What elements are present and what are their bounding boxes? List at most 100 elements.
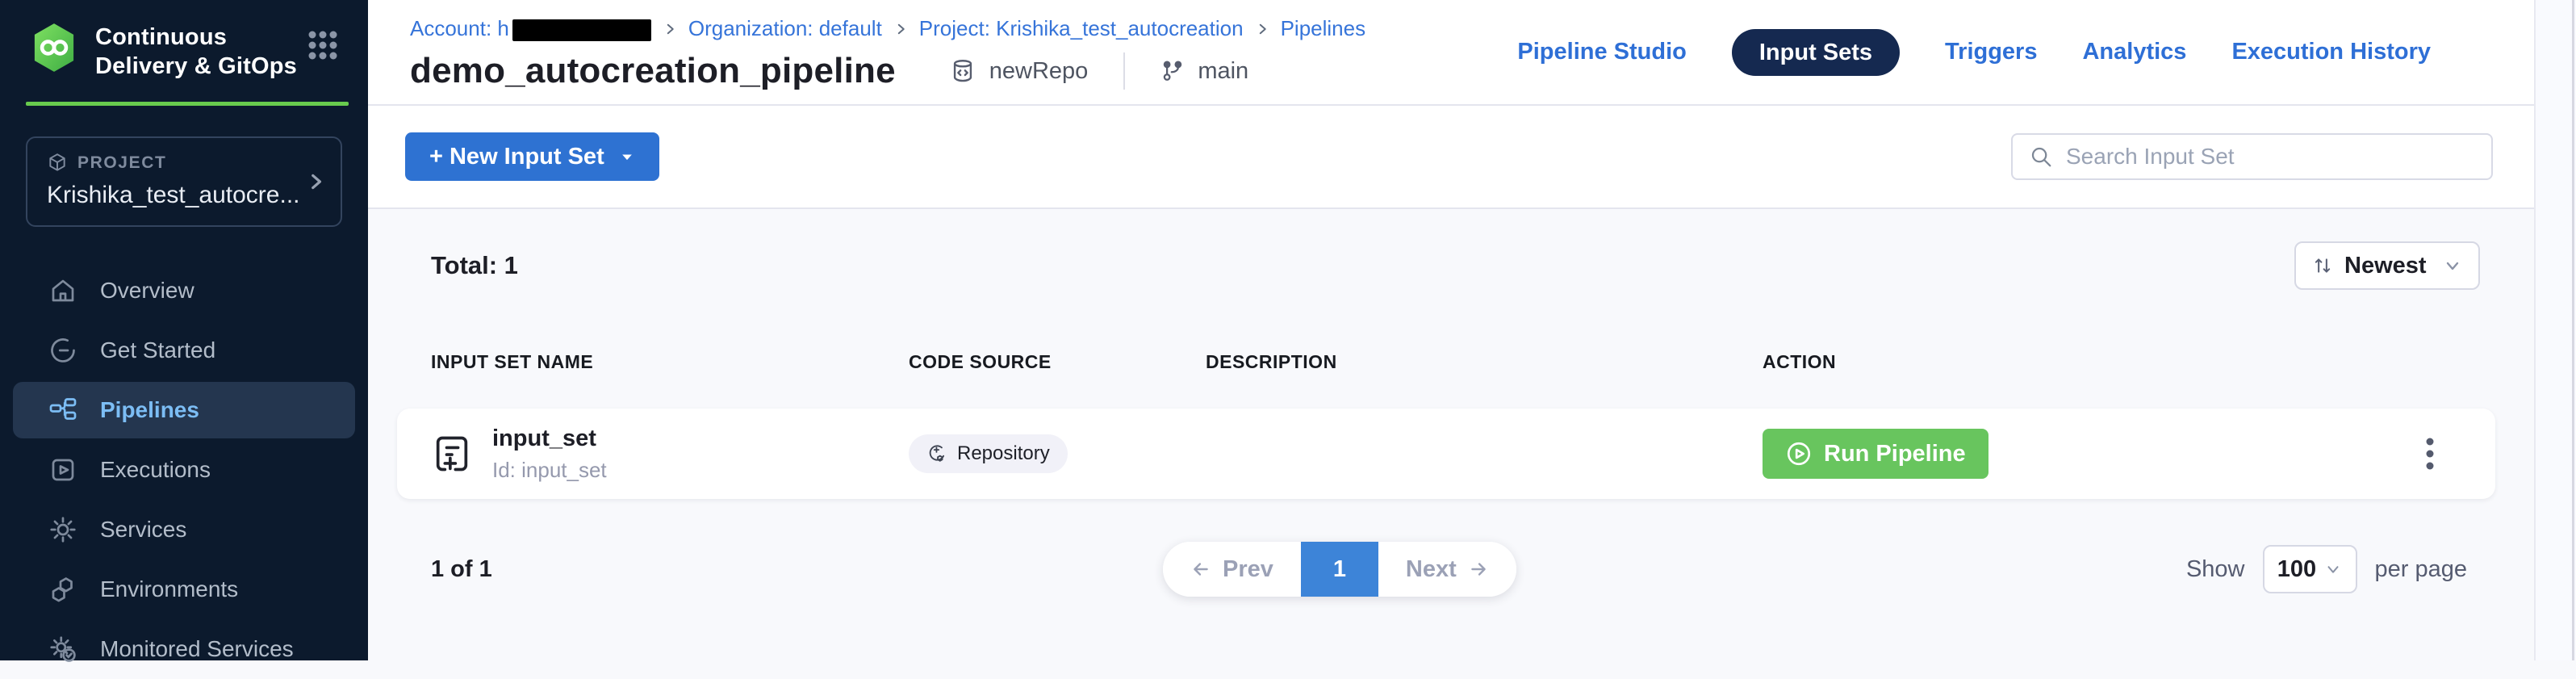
vertical-divider xyxy=(1123,52,1125,90)
page-header: Account: h Organization: default Project… xyxy=(368,0,2534,106)
repository-badge-label: Repository xyxy=(957,442,1050,465)
arrow-right-icon xyxy=(1468,559,1489,580)
module-header: Continuous Delivery & GitOps xyxy=(0,0,368,81)
input-set-name-cell: input_set Id: input_set xyxy=(397,425,909,483)
executions-icon xyxy=(48,455,77,484)
column-code-source: CODE SOURCE xyxy=(909,351,1206,373)
input-set-name: input_set xyxy=(492,425,607,452)
sidebar-item-executions[interactable]: Executions xyxy=(0,440,368,500)
title-row: demo_autocreation_pipeline newRepo main xyxy=(410,51,1365,91)
environments-icon xyxy=(48,575,77,604)
home-icon xyxy=(48,276,77,305)
page-scrollbar[interactable] xyxy=(2534,0,2576,660)
input-set-list: Total: 1 Newest INPUT SET NAME CODE SOUR… xyxy=(368,209,2534,660)
input-set-icon xyxy=(431,433,473,475)
remote-repo-icon xyxy=(926,443,947,464)
repository-icon xyxy=(949,57,976,85)
input-set-id: Id: input_set xyxy=(492,458,607,483)
row-menu-kebab-icon[interactable] xyxy=(2418,430,2442,478)
pagination-row: 1 of 1 Prev 1 Next Show 100 xyxy=(397,541,2495,597)
prev-page-button[interactable]: Prev xyxy=(1163,542,1301,597)
module-switcher-grid-icon[interactable] xyxy=(307,29,339,61)
column-description: DESCRIPTION xyxy=(1206,351,1763,373)
gear-icon xyxy=(48,515,77,544)
breadcrumb-pipelines-link[interactable]: Pipelines xyxy=(1281,16,1366,41)
pipeline-tabs: Pipeline Studio Input Sets Triggers Anal… xyxy=(1517,0,2431,104)
project-label: PROJECT xyxy=(47,153,299,174)
sidebar-nav: Overview Get Started Pipelines Execution… xyxy=(0,261,368,679)
get-started-icon xyxy=(48,336,77,365)
play-circle-icon xyxy=(1785,440,1813,467)
sidebar-item-services[interactable]: Services xyxy=(0,500,368,560)
module-accent-rule xyxy=(26,102,349,106)
git-branch-icon xyxy=(1160,59,1185,83)
page-size-select[interactable]: 100 xyxy=(2263,545,2357,593)
tab-pipeline-studio[interactable]: Pipeline Studio xyxy=(1517,39,1686,65)
total-count: Total: 1 xyxy=(431,251,518,280)
harness-cd-logo-icon xyxy=(31,23,77,73)
sort-dropdown[interactable]: Newest xyxy=(2294,241,2480,290)
repo-chip: newRepo xyxy=(949,57,1089,85)
sidebar-item-environments[interactable]: Environments xyxy=(0,560,368,619)
branch-chip[interactable]: main xyxy=(1160,58,1248,85)
chevron-down-icon xyxy=(2443,256,2462,275)
breadcrumb: Account: h Organization: default Project… xyxy=(410,0,1365,41)
list-meta-row: Total: 1 Newest xyxy=(397,241,2495,290)
app-root: Continuous Delivery & GitOps PROJECT Kri… xyxy=(0,0,2576,660)
branch-name: main xyxy=(1198,58,1248,85)
header-left: Account: h Organization: default Project… xyxy=(410,0,1365,104)
next-page-button[interactable]: Next xyxy=(1378,542,1516,597)
project-selector[interactable]: PROJECT Krishika_test_autocre... xyxy=(26,136,342,227)
chevron-right-icon xyxy=(893,22,908,36)
sidebar-item-get-started[interactable]: Get Started xyxy=(0,321,368,380)
project-name: Krishika_test_autocre... xyxy=(47,182,299,209)
new-input-set-button[interactable]: + New Input Set xyxy=(405,132,659,181)
module-title: Continuous Delivery & GitOps xyxy=(95,23,297,81)
monitored-services-icon xyxy=(48,635,77,664)
redaction-box xyxy=(512,19,651,41)
sidebar-item-monitored-services[interactable]: Monitored Services xyxy=(0,619,368,679)
sidebar-item-overview[interactable]: Overview xyxy=(0,261,368,321)
column-input-set-name: INPUT SET NAME xyxy=(397,351,909,373)
caret-down-icon xyxy=(619,149,635,165)
page-count: 1 of 1 xyxy=(431,556,492,583)
sort-arrows-icon xyxy=(2312,255,2333,276)
chevron-right-icon xyxy=(663,22,677,36)
tab-analytics[interactable]: Analytics xyxy=(2082,39,2186,65)
repo-name: newRepo xyxy=(989,58,1089,85)
tab-input-sets[interactable]: Input Sets xyxy=(1732,29,1900,76)
breadcrumb-account-link[interactable]: Account: h xyxy=(410,16,651,41)
column-action: ACTION xyxy=(1763,351,2495,373)
search-icon xyxy=(2029,145,2053,169)
chevron-right-icon xyxy=(305,171,326,192)
per-page-label: per page xyxy=(2375,556,2468,583)
table-row[interactable]: input_set Id: input_set Repository Run P… xyxy=(397,409,2495,499)
sidebar-item-pipelines[interactable]: Pipelines xyxy=(13,382,355,438)
show-label: Show xyxy=(2186,556,2245,583)
pipelines-icon xyxy=(48,396,77,425)
run-pipeline-button[interactable]: Run Pipeline xyxy=(1763,429,1988,479)
table-header-row: INPUT SET NAME CODE SOURCE DESCRIPTION A… xyxy=(397,351,2495,373)
input-set-name-lines: input_set Id: input_set xyxy=(492,425,607,483)
toolbar: + New Input Set xyxy=(368,106,2534,209)
page-size-group: Show 100 per page xyxy=(2186,545,2467,593)
search-input[interactable] xyxy=(2066,144,2475,170)
pager: Prev 1 Next xyxy=(1163,542,1516,597)
page-title: demo_autocreation_pipeline xyxy=(410,51,896,91)
search-box xyxy=(2011,133,2493,180)
arrow-left-icon xyxy=(1190,559,1211,580)
repository-badge: Repository xyxy=(909,434,1068,473)
sort-value: Newest xyxy=(2344,253,2427,279)
cube-icon xyxy=(47,153,68,174)
breadcrumb-org-link[interactable]: Organization: default xyxy=(688,16,882,41)
chevron-right-icon xyxy=(1255,22,1269,36)
main-area: Account: h Organization: default Project… xyxy=(368,0,2534,660)
breadcrumb-project-link[interactable]: Project: Krishika_test_autocreation xyxy=(919,16,1244,41)
page-1-button[interactable]: 1 xyxy=(1301,542,1378,597)
chevron-down-icon xyxy=(2324,560,2342,578)
tab-execution-history[interactable]: Execution History xyxy=(2231,39,2431,65)
action-cell: Run Pipeline xyxy=(1763,429,2495,479)
code-source-cell: Repository xyxy=(909,434,1206,473)
tab-triggers[interactable]: Triggers xyxy=(1945,39,2037,65)
sidebar: Continuous Delivery & GitOps PROJECT Kri… xyxy=(0,0,368,660)
